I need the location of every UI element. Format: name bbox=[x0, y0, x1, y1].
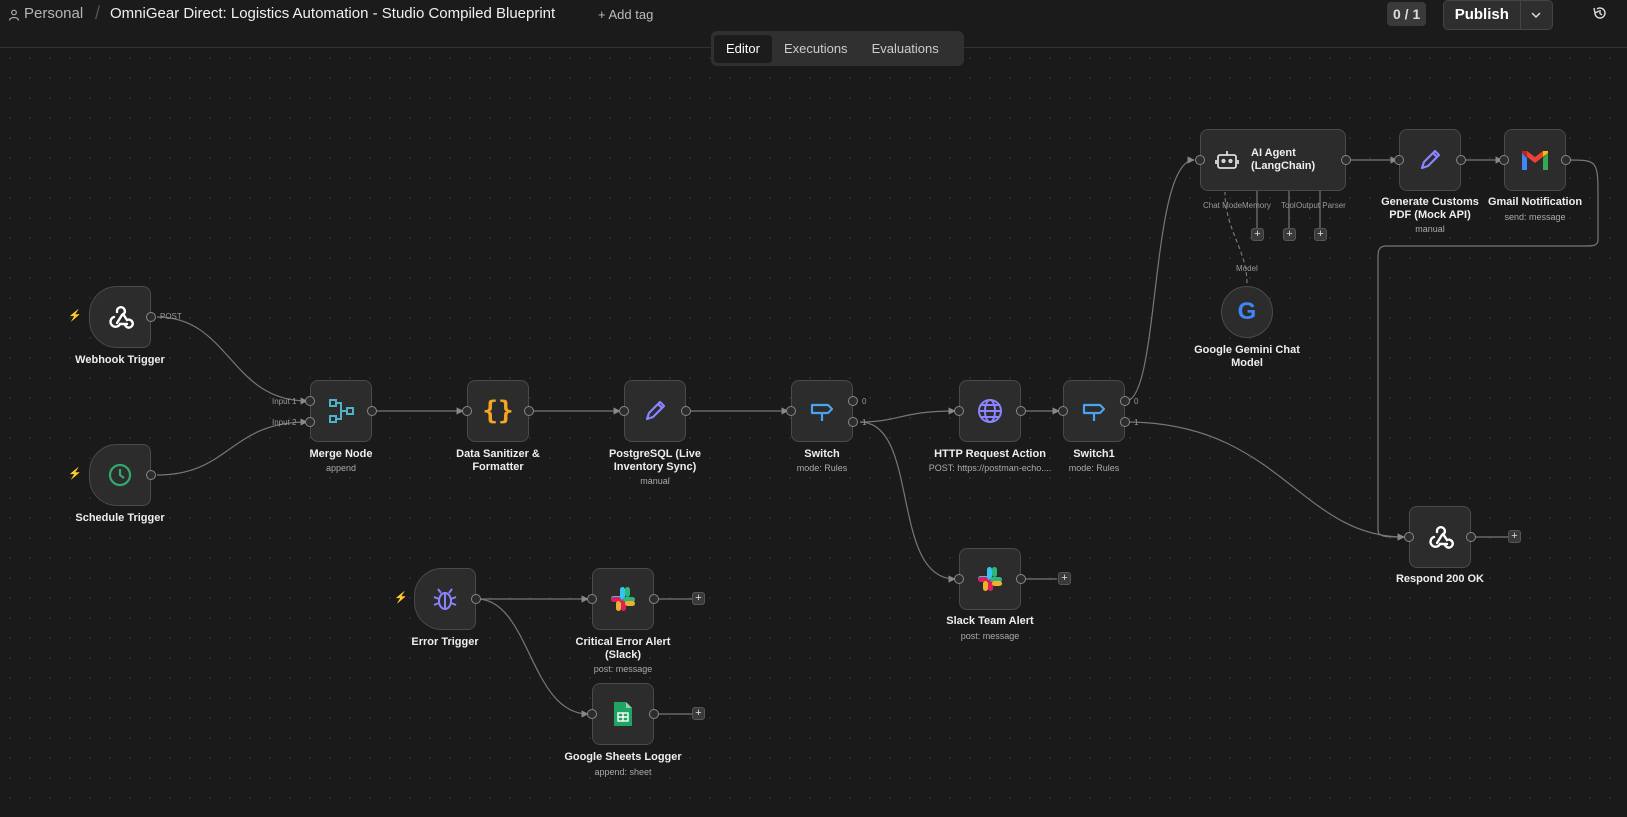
label-schedule-trigger: Schedule Trigger bbox=[75, 512, 165, 524]
label-gemini-chat-model: Google Gemini Chat Model bbox=[1194, 344, 1300, 369]
agent-port-tool-label: Tool bbox=[1281, 201, 1296, 210]
webhook-icon bbox=[109, 305, 134, 329]
pen-icon bbox=[645, 400, 666, 421]
switch-out1-label: 1 bbox=[862, 418, 867, 427]
add-after-critical-button[interactable]: + bbox=[692, 592, 705, 605]
label-respond-200-ok: Respond 200 OK bbox=[1395, 573, 1485, 585]
node-generate-customs-pdf[interactable] bbox=[1394, 129, 1466, 191]
add-after-sheets-button[interactable]: + bbox=[692, 707, 705, 720]
label-google-sheets-logger: Google Sheets Logger bbox=[564, 751, 682, 763]
label-generate-customs-pdf: Generate Customs PDF (Mock API) bbox=[1381, 196, 1479, 221]
node-merge[interactable] bbox=[305, 380, 377, 442]
sub-postgresql: manual bbox=[640, 476, 670, 486]
node-switch[interactable] bbox=[786, 380, 858, 442]
google-sheets-icon bbox=[614, 702, 632, 726]
edge-switch1-respond bbox=[1125, 421, 1405, 541]
google-icon: G bbox=[1237, 298, 1257, 325]
trigger-bolt-icon: ⚡ bbox=[394, 592, 408, 604]
sub-gmail-notification: send: message bbox=[1504, 212, 1566, 222]
node-webhook-trigger[interactable] bbox=[89, 286, 156, 348]
signpost-icon bbox=[810, 403, 834, 421]
label-slack-team-alert: Slack Team Alert bbox=[946, 615, 1034, 627]
node-postgresql[interactable] bbox=[619, 380, 691, 442]
sub-merge: append bbox=[325, 463, 357, 473]
merge-input2-label: Input 2 bbox=[272, 418, 297, 427]
gemini-port-label: Model bbox=[1236, 264, 1258, 273]
label-switch: Switch bbox=[804, 448, 840, 460]
add-after-slack-button[interactable]: + bbox=[1058, 572, 1071, 585]
add-after-respond-button[interactable]: + bbox=[1508, 530, 1521, 543]
slack-icon bbox=[611, 587, 635, 611]
add-parser-button[interactable]: + bbox=[1314, 228, 1327, 241]
webhook-port-label: POST bbox=[160, 312, 182, 321]
label-critical-error-slack: Critical Error Alert (Slack) bbox=[575, 636, 671, 661]
trigger-bolt-icon: ⚡ bbox=[68, 468, 82, 480]
merge-input1-label: Input 1 bbox=[272, 397, 297, 406]
bug-icon bbox=[433, 588, 457, 610]
sub-switch: mode: Rules bbox=[796, 463, 848, 473]
switch1-out0-label: 0 bbox=[1134, 397, 1139, 406]
node-error-trigger[interactable] bbox=[414, 568, 481, 630]
label-ai-agent: AI Agent (LangChain) bbox=[1251, 147, 1316, 172]
edge-switch-slack bbox=[859, 421, 956, 583]
agent-port-parser-label: Output Parser bbox=[1296, 201, 1346, 210]
robot-icon bbox=[1215, 151, 1239, 169]
slack-icon bbox=[978, 567, 1002, 591]
add-memory-button[interactable]: + bbox=[1251, 228, 1264, 241]
node-schedule-trigger[interactable] bbox=[89, 444, 156, 506]
agent-port-chat-label: Chat Mode bbox=[1203, 201, 1243, 210]
node-critical-error-slack[interactable] bbox=[587, 568, 659, 630]
label-error-trigger: Error Trigger bbox=[411, 636, 479, 648]
switch-out0-label: 0 bbox=[862, 397, 867, 406]
label-webhook-trigger: Webhook Trigger bbox=[75, 354, 165, 366]
node-ai-agent[interactable]: AI Agent (LangChain) bbox=[1195, 129, 1351, 191]
merge-icon bbox=[329, 399, 354, 423]
trigger-bolt-icon: ⚡ bbox=[68, 310, 82, 322]
sub-generate-customs-pdf: manual bbox=[1415, 224, 1445, 234]
label-postgresql: PostgreSQL (Live Inventory Sync) bbox=[608, 448, 702, 473]
label-switch1: Switch1 bbox=[1073, 448, 1115, 460]
sub-slack-team-alert: post: message bbox=[960, 631, 1020, 641]
signpost-icon bbox=[1082, 403, 1106, 421]
globe-icon bbox=[978, 399, 1002, 423]
gmail-icon bbox=[1522, 151, 1548, 170]
webhook-icon bbox=[1429, 525, 1454, 549]
pen-icon bbox=[1420, 149, 1441, 170]
node-data-sanitizer[interactable]: {} bbox=[462, 380, 534, 442]
node-gemini-chat-model[interactable]: G bbox=[1221, 286, 1273, 338]
node-gmail-notification[interactable] bbox=[1499, 129, 1571, 191]
node-http-request[interactable] bbox=[954, 380, 1026, 442]
sub-google-sheets-logger: append: sheet bbox=[594, 767, 652, 777]
agent-port-memory-label: Memory bbox=[1242, 201, 1271, 210]
node-respond-200-ok[interactable] bbox=[1404, 506, 1476, 568]
node-slack-team-alert[interactable] bbox=[954, 548, 1026, 610]
node-switch1[interactable] bbox=[1058, 380, 1130, 442]
clock-icon bbox=[108, 463, 132, 487]
label-gmail-notification: Gmail Notification bbox=[1487, 196, 1583, 208]
sub-critical-error-slack: post: message bbox=[593, 664, 653, 674]
code-braces-icon: {} bbox=[482, 396, 514, 426]
label-merge: Merge Node bbox=[309, 448, 373, 460]
add-tool-button[interactable]: + bbox=[1283, 228, 1296, 241]
edge-switch1-agent bbox=[1125, 156, 1195, 402]
node-google-sheets-logger[interactable] bbox=[587, 683, 659, 745]
edge-switch-http bbox=[859, 407, 956, 423]
switch1-out1-label: 1 bbox=[1134, 418, 1139, 427]
label-data-sanitizer: Data Sanitizer & Formatter bbox=[456, 448, 540, 473]
sub-switch1: mode: Rules bbox=[1068, 463, 1120, 473]
